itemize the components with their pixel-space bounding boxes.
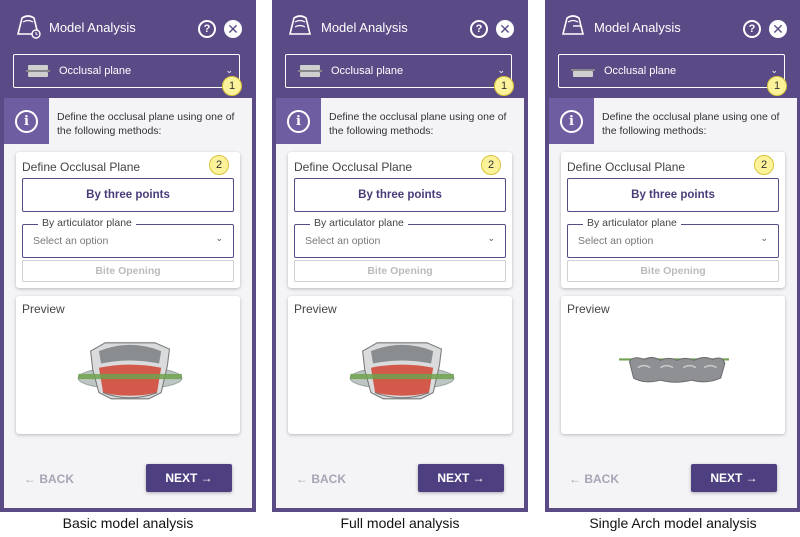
header: Model Analysis ? ✕: [4, 0, 252, 50]
info-icon: i: [15, 110, 38, 133]
header: Model Analysis ? ✕: [549, 0, 797, 50]
articulator-label: By articulator plane: [310, 217, 408, 229]
tooth-model-icon: [288, 15, 312, 35]
preview-card: Preview: [16, 296, 240, 434]
chevron-down-icon: ⌄: [225, 65, 233, 75]
next-button[interactable]: NEXT →: [691, 464, 777, 492]
info-text: Define the occlusal plane using one of t…: [602, 111, 780, 137]
info-text: Define the occlusal plane using one of t…: [57, 111, 235, 137]
plane-select-value: Occlusal plane: [331, 65, 404, 77]
info-icon: i: [560, 110, 583, 133]
back-button[interactable]: ← BACK: [569, 472, 619, 486]
occlusal-plane-icon: [571, 69, 595, 77]
define-plane-title: Define Occlusal Plane: [294, 160, 413, 174]
step-badge-2: 2: [209, 155, 229, 175]
preview-card: Preview: [288, 296, 512, 434]
window-title: Model Analysis: [49, 20, 136, 35]
bite-opening-button[interactable]: Bite Opening: [567, 260, 779, 282]
panel-full: Model Analysis ? ✕ Occlusal plane ⌄ 1 i …: [272, 0, 528, 512]
window-title: Model Analysis: [594, 20, 681, 35]
content-area: Define Occlusal Plane By three points By…: [549, 144, 797, 508]
info-banner: i Define the occlusal plane using one of…: [4, 98, 252, 144]
back-button[interactable]: ← BACK: [296, 472, 346, 486]
articulator-select[interactable]: By articulator plane Select an option ⌄: [567, 217, 779, 258]
bite-opening-button[interactable]: Bite Opening: [294, 260, 506, 282]
articulator-select[interactable]: By articulator plane Select an option ⌄: [22, 217, 234, 258]
plane-select-value: Occlusal plane: [59, 65, 132, 77]
chevron-down-icon: ⌄: [487, 233, 495, 243]
define-plane-card: Define Occlusal Plane By three points By…: [561, 152, 785, 288]
plane-select-value: Occlusal plane: [604, 65, 677, 77]
model-preview-image: [77, 342, 183, 400]
chevron-down-icon: ⌄: [215, 233, 223, 243]
articulator-placeholder: Select an option: [33, 235, 109, 247]
header: Model Analysis ? ✕: [276, 0, 524, 50]
occlusal-plane-icon: [26, 65, 50, 77]
close-icon[interactable]: ✕: [769, 20, 787, 38]
info-icon: i: [287, 110, 310, 133]
articulator-placeholder: Select an option: [305, 235, 381, 247]
model-preview-image: [349, 342, 455, 400]
articulator-label: By articulator plane: [583, 217, 681, 229]
three-points-button[interactable]: By three points: [294, 178, 506, 212]
next-button[interactable]: NEXT →: [418, 464, 504, 492]
bite-opening-button[interactable]: Bite Opening: [22, 260, 234, 282]
step-badge-2: 2: [754, 155, 774, 175]
articulator-select[interactable]: By articulator plane Select an option ⌄: [294, 217, 506, 258]
step-badge-1: 1: [222, 76, 242, 96]
caption-single-arch: Single Arch model analysis: [589, 515, 757, 531]
info-box: i: [276, 98, 321, 144]
help-icon[interactable]: ?: [743, 20, 761, 38]
info-text: Define the occlusal plane using one of t…: [329, 111, 507, 137]
preview-card: Preview: [561, 296, 785, 434]
close-icon[interactable]: ✕: [224, 20, 242, 38]
preview-title: Preview: [22, 302, 65, 316]
plane-select[interactable]: Occlusal plane ⌄: [13, 54, 240, 88]
content-area: Define Occlusal Plane By three points By…: [4, 144, 252, 508]
preview-title: Preview: [294, 302, 337, 316]
caption-full: Full model analysis: [340, 515, 460, 531]
content-area: Define Occlusal Plane By three points By…: [276, 144, 524, 508]
chevron-down-icon: ⌄: [497, 65, 505, 75]
back-button[interactable]: ← BACK: [24, 472, 74, 486]
info-banner: i Define the occlusal plane using one of…: [276, 98, 524, 144]
info-box: i: [4, 98, 49, 144]
preview-title: Preview: [567, 302, 610, 316]
model-preview-image: [619, 357, 729, 383]
info-box: i: [549, 98, 594, 144]
close-icon[interactable]: ✕: [496, 20, 514, 38]
panel-single-arch: Model Analysis ? ✕ Occlusal plane ⌄ 1 i …: [545, 0, 800, 512]
step-badge-1: 1: [767, 76, 787, 96]
next-button[interactable]: NEXT →: [146, 464, 232, 492]
define-plane-card: Define Occlusal Plane By three points By…: [288, 152, 512, 288]
help-icon[interactable]: ?: [198, 20, 216, 38]
step-badge-1: 1: [494, 76, 514, 96]
info-banner: i Define the occlusal plane using one of…: [549, 98, 797, 144]
define-plane-title: Define Occlusal Plane: [567, 160, 686, 174]
window-title: Model Analysis: [321, 20, 408, 35]
tooth-model-icon: [16, 15, 41, 39]
plane-select[interactable]: Occlusal plane ⌄: [558, 54, 785, 88]
caption-basic: Basic model analysis: [62, 515, 194, 531]
chevron-down-icon: ⌄: [770, 65, 778, 75]
tooth-model-icon: [561, 15, 585, 35]
help-icon[interactable]: ?: [470, 20, 488, 38]
articulator-placeholder: Select an option: [578, 235, 654, 247]
occlusal-plane-icon: [298, 65, 322, 77]
define-plane-card: Define Occlusal Plane By three points By…: [16, 152, 240, 288]
chevron-down-icon: ⌄: [760, 233, 768, 243]
step-badge-2: 2: [481, 155, 501, 175]
three-points-button[interactable]: By three points: [22, 178, 234, 212]
plane-select[interactable]: Occlusal plane ⌄: [285, 54, 512, 88]
define-plane-title: Define Occlusal Plane: [22, 160, 141, 174]
articulator-label: By articulator plane: [38, 217, 136, 229]
three-points-button[interactable]: By three points: [567, 178, 779, 212]
panel-basic: Model Analysis ? ✕ Occlusal plane ⌄ 1 i …: [0, 0, 256, 512]
